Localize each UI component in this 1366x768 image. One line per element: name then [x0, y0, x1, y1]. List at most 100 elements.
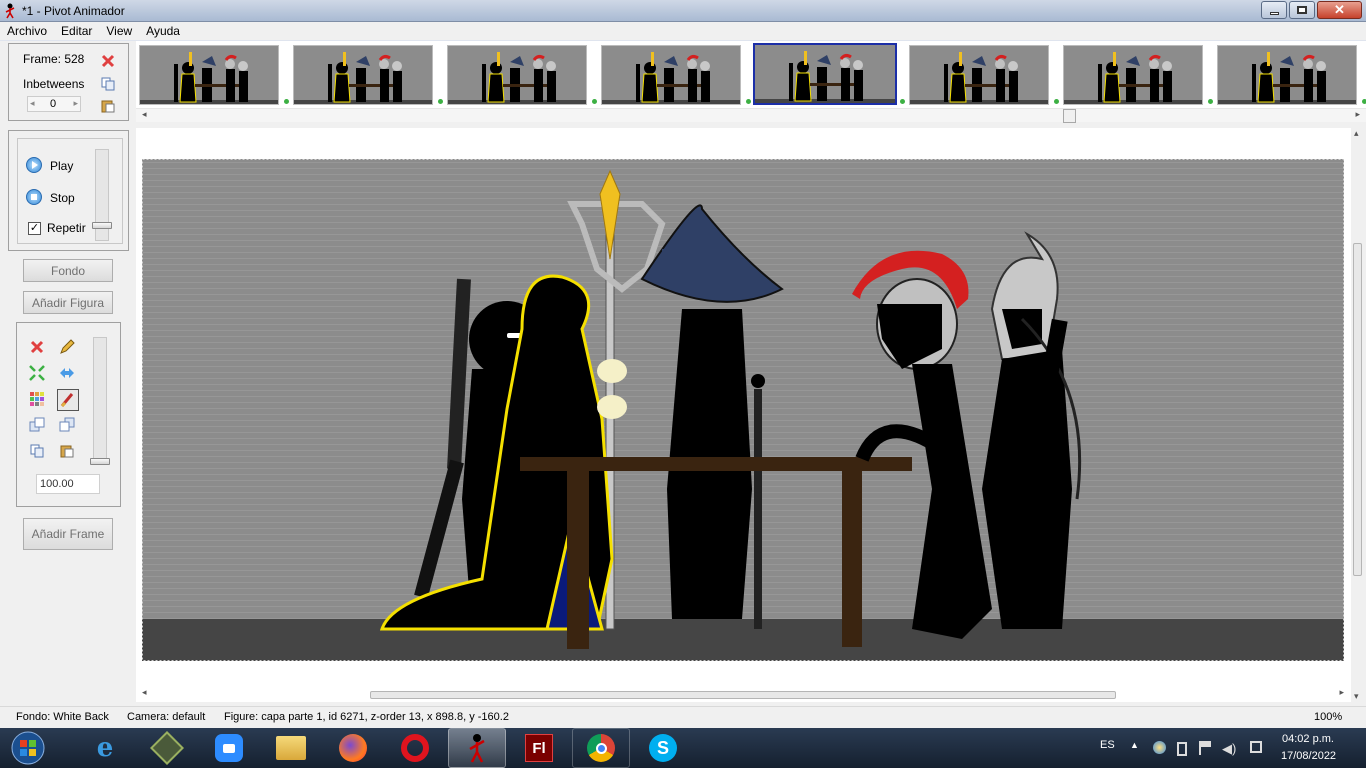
floor — [142, 619, 1344, 661]
scale-input[interactable]: 100.00 — [36, 474, 100, 494]
stage-vertical-scrollbar[interactable]: ▴ ▾ — [1351, 128, 1366, 702]
copy-frame-icon[interactable] — [99, 75, 117, 93]
inbetweens-value: 0 — [50, 98, 57, 110]
maximize-icon — [1297, 6, 1307, 14]
taskbar-zoom[interactable] — [206, 728, 252, 768]
minimize-icon — [1269, 12, 1279, 15]
menu-archivo[interactable]: Archivo — [0, 22, 54, 40]
brush-icon[interactable] — [57, 389, 79, 411]
copy-figure-icon[interactable] — [28, 442, 46, 460]
frame-thumbnail[interactable] — [909, 45, 1049, 105]
frame-marker-dot — [284, 99, 289, 104]
taskbar-skype[interactable]: S — [640, 728, 686, 768]
status-background: Fondo: White Back — [16, 711, 109, 723]
play-button[interactable]: Play — [50, 159, 73, 173]
firefox-icon — [339, 734, 367, 762]
frame-thumbnail[interactable] — [753, 43, 897, 105]
frame-marker-dot — [900, 99, 905, 104]
battery-icon[interactable] — [1177, 742, 1187, 756]
paste-figure-icon[interactable] — [58, 442, 76, 460]
add-frame-button[interactable]: Añadir Frame — [23, 518, 113, 550]
speed-slider-thumb[interactable] — [92, 222, 112, 229]
frame-panel: Frame: 528 Inbetweens ◂ 0 ▸ — [8, 43, 129, 121]
flag-icon[interactable] — [1199, 741, 1211, 755]
speed-slider[interactable] — [92, 149, 112, 241]
flip-icon[interactable] — [58, 364, 76, 382]
stage-scroll-up-icon[interactable]: ▴ — [1354, 128, 1359, 139]
menu-view[interactable]: View — [99, 22, 139, 40]
taskbar-chrome[interactable] — [572, 728, 630, 768]
stage-vscroll-thumb[interactable] — [1353, 243, 1362, 576]
add-figure-button[interactable]: Añadir Figura — [23, 291, 113, 314]
inbetweens-label: Inbetweens — [23, 77, 85, 91]
frame-strip: ◂ ▸ — [136, 41, 1366, 123]
increment-icon[interactable]: ▸ — [73, 98, 78, 109]
menu-editar[interactable]: Editar — [54, 22, 99, 40]
flash-icon: Fl — [525, 734, 553, 762]
play-icon[interactable] — [26, 157, 42, 173]
pencil-icon[interactable] — [58, 338, 76, 356]
delete-figure-icon[interactable] — [28, 338, 46, 356]
volume-icon[interactable]: ◀) — [1222, 741, 1236, 757]
stop-icon[interactable] — [26, 189, 42, 205]
figure-scale-thumb[interactable] — [90, 458, 110, 465]
maximize-button[interactable] — [1289, 1, 1315, 19]
windows-start-icon — [11, 731, 45, 765]
bring-forward-icon[interactable] — [28, 416, 46, 434]
language-indicator[interactable]: ES — [1100, 739, 1115, 751]
send-backward-icon[interactable] — [58, 416, 76, 434]
frame-thumbnail[interactable] — [139, 45, 279, 105]
show-hidden-icons[interactable]: ▲ — [1130, 740, 1139, 750]
delete-frame-icon[interactable] — [99, 52, 117, 70]
taskbar-app-green[interactable] — [144, 728, 190, 768]
frame-thumbnail[interactable] — [293, 45, 433, 105]
status-camera: Camera: default — [127, 711, 206, 723]
opera-icon — [401, 734, 429, 762]
frame-thumbnail[interactable] — [601, 45, 741, 105]
decrement-icon[interactable]: ◂ — [30, 98, 35, 109]
center-figure-icon[interactable] — [28, 364, 46, 382]
frame-strip-scroll-thumb[interactable] — [1063, 109, 1076, 123]
animation-canvas[interactable] — [142, 159, 1344, 661]
taskbar-opera[interactable] — [392, 728, 438, 768]
status-zoom: 100% — [1314, 711, 1343, 723]
status-figure: Figure: capa parte 1, id 6271, z-order 1… — [224, 711, 509, 723]
internet-explorer-icon: e — [96, 733, 114, 763]
frame-thumbnail[interactable] — [447, 45, 587, 105]
taskbar-ie[interactable]: e — [82, 728, 128, 768]
minimize-button[interactable] — [1261, 1, 1287, 19]
frame-strip-scrollbar[interactable]: ◂ ▸ — [136, 108, 1366, 123]
network-icon[interactable] — [1153, 741, 1166, 754]
stage-scroll-left-icon[interactable]: ◂ — [142, 687, 147, 698]
start-button[interactable] — [2, 728, 54, 768]
frame-thumbnail[interactable] — [1217, 45, 1357, 105]
frame-marker-dot — [1208, 99, 1213, 104]
stage-horizontal-scrollbar[interactable]: ◂ ▸ — [142, 687, 1344, 701]
inbetweens-stepper[interactable]: ◂ 0 ▸ — [27, 96, 81, 112]
stop-button[interactable]: Stop — [50, 191, 75, 205]
taskbar-firefox[interactable] — [330, 728, 376, 768]
clock-date[interactable]: 17/08/2022 — [1281, 750, 1336, 762]
menu-ayuda[interactable]: Ayuda — [139, 22, 187, 40]
stage-scroll-right-icon[interactable]: ▸ — [1339, 687, 1344, 698]
scroll-left-icon[interactable]: ◂ — [142, 109, 147, 120]
stage-hscroll-thumb[interactable] — [370, 691, 1116, 699]
taskbar-explorer[interactable] — [268, 728, 314, 768]
stage-scroll-down-icon[interactable]: ▾ — [1354, 691, 1359, 702]
repeat-label: Repetir — [47, 221, 86, 235]
clock-time[interactable]: 04:02 p.m. — [1282, 733, 1334, 745]
folder-icon — [276, 736, 306, 760]
frame-marker-dot — [746, 99, 751, 104]
frame-thumbnail[interactable] — [1063, 45, 1203, 105]
taskbar-flash[interactable]: Fl — [516, 728, 562, 768]
taskbar-pivot[interactable] — [448, 728, 506, 768]
figure-scale-slider[interactable] — [90, 337, 110, 465]
color-icon[interactable] — [28, 390, 46, 408]
paste-frame-icon[interactable] — [99, 97, 117, 115]
frame-marker-dot — [438, 99, 443, 104]
action-center-icon[interactable] — [1250, 741, 1262, 753]
close-button[interactable]: ✕ — [1317, 1, 1362, 19]
background-button[interactable]: Fondo — [23, 259, 113, 282]
scroll-right-icon[interactable]: ▸ — [1355, 109, 1360, 120]
repeat-checkbox[interactable]: ✓ — [28, 222, 41, 235]
